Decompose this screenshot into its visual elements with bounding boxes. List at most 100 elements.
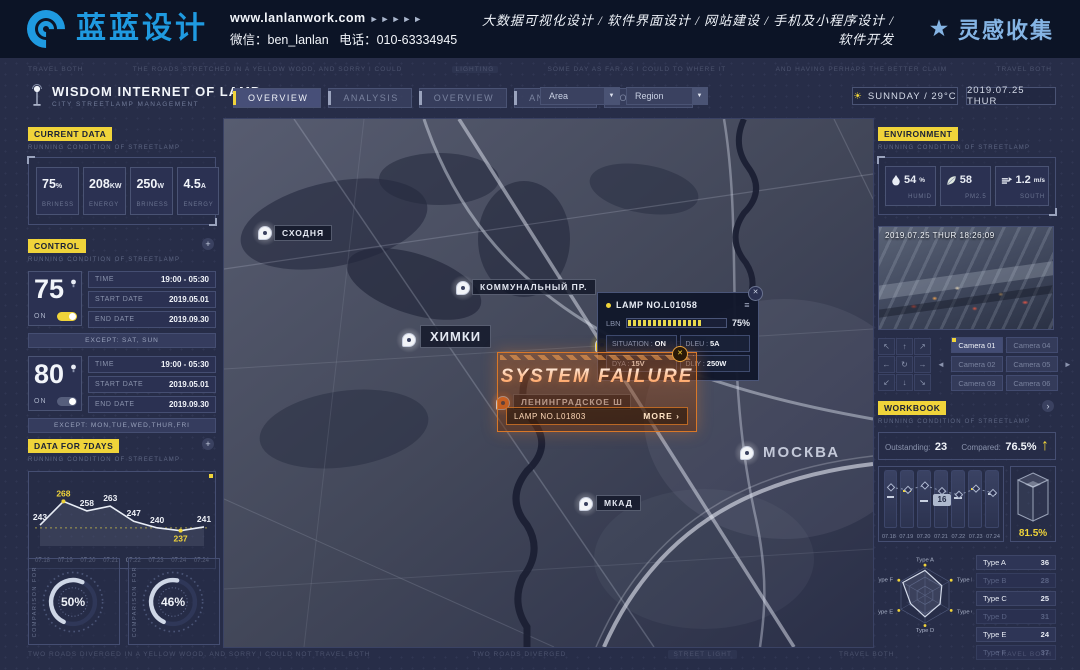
panel-subtitle: RUNNING CONDITION OF STREETLAMP (28, 257, 216, 263)
type-c-row[interactable]: Type C25 (976, 591, 1056, 606)
dpad-down-right[interactable]: ↘ (914, 374, 931, 391)
end-date-row[interactable]: END DATE2019.09.30 (88, 396, 216, 413)
area-select[interactable]: Area▼ (540, 87, 620, 105)
svg-text:258: 258 (80, 498, 94, 508)
dashboard: TRAVEL BOTH THE ROADS STRETCHED IN A YEL… (0, 58, 1080, 670)
plus-icon[interactable]: + (202, 238, 214, 250)
dpad-reset-icon[interactable]: ↻ (896, 356, 913, 373)
tab-overview-2[interactable]: OVERVIEW (419, 88, 507, 108)
camera-01-button[interactable]: Camera 01 (951, 337, 1003, 353)
type-radar-panel: Type AType BType CType DType EType F Typ… (878, 545, 1056, 660)
arrow-up-icon: ↑ (1041, 437, 1049, 454)
map-label-skhodnya[interactable]: СХОДНЯ (274, 225, 332, 241)
type-b-row[interactable]: Type B28 (976, 573, 1056, 588)
end-date-row[interactable]: END DATE2019.09.30 (88, 311, 216, 328)
chevron-right-icon[interactable]: › (1042, 400, 1054, 412)
power-toggle[interactable] (57, 397, 77, 406)
close-icon[interactable]: ✕ (672, 346, 688, 362)
brightness-bar[interactable] (626, 318, 727, 328)
camera-05-button[interactable]: Camera 05 (1006, 356, 1058, 372)
more-button[interactable]: MORE › (643, 411, 680, 421)
dpad-up-left[interactable]: ↖ (878, 338, 895, 355)
type-legend: Type A36 Type B28 Type C25 Type D31 Type… (976, 555, 1056, 660)
camera-feed[interactable]: 2019.07.25 THUR 18:26:09 (878, 226, 1054, 330)
chevron-down-icon[interactable]: ▼ (604, 88, 619, 104)
promo-banner: 蓝蓝设计 www.lanlanwork.com ►►►►► 微信：ben_lan… (0, 0, 1080, 58)
lamp-pin[interactable] (258, 226, 272, 240)
env-pm25: 58 PM2.5 (940, 166, 991, 206)
type-e-row[interactable]: Type E24 (976, 627, 1056, 642)
svg-text:240: 240 (150, 515, 164, 525)
date-box: 2019.07.25 THUR (966, 87, 1056, 105)
dpad-down[interactable]: ↓ (896, 374, 913, 391)
brightness-level-box[interactable]: 75 ON (28, 271, 82, 326)
week-line-chart: 243268258263247240237241 07.1807.1907.20… (28, 471, 216, 569)
start-date-row[interactable]: START DATE2019.05.01 (88, 376, 216, 393)
cube-percentage: 81.5% (1019, 528, 1047, 539)
type-a-row[interactable]: Type A36 (976, 555, 1056, 570)
except-days: EXCEPT: MON,TUE,WED,THUR,FRI (28, 418, 216, 433)
stat-energy-a: 4.5A ENERGY (177, 167, 218, 215)
dpad-right[interactable]: → (914, 356, 931, 373)
region-select[interactable]: Region▼ (626, 87, 708, 105)
power-toggle[interactable] (57, 312, 77, 321)
camera-04-button[interactable]: Camera 04 (1006, 337, 1058, 353)
camera-next-icon[interactable]: ► (1064, 360, 1072, 369)
brightness-level-box[interactable]: 80 ON (28, 356, 82, 411)
lamp-pin[interactable] (579, 497, 593, 511)
chevron-down-icon[interactable]: ▼ (692, 88, 707, 104)
svg-text:247: 247 (127, 508, 141, 518)
cube-icon (1015, 471, 1051, 525)
hazard-stripes (500, 355, 694, 360)
brand-name: 蓝蓝设计 (76, 14, 208, 44)
camera-06-button[interactable]: Camera 06 (1006, 375, 1058, 391)
camera-03-button[interactable]: Camera 03 (951, 375, 1003, 391)
chart-tooltip: 16 (933, 494, 951, 506)
type-d-row[interactable]: Type D31 (976, 609, 1056, 624)
workbook-x-axis: 07.1807.1907.2007.2107.2207.2307.24 (882, 534, 1000, 540)
stat-briness-w: 250W BRINESS (130, 167, 173, 215)
map-label-khimki[interactable]: ХИМКИ (420, 325, 491, 348)
lanlan-logo-icon (26, 9, 66, 49)
tab-analysis-1[interactable]: ANALYSIS (328, 88, 411, 108)
brand-logo: 蓝蓝设计 (26, 9, 208, 49)
plus-icon[interactable]: + (202, 438, 214, 450)
dpad-down-left[interactable]: ↙ (878, 374, 895, 391)
lamp-pin[interactable] (740, 446, 754, 460)
lamp-pin[interactable] (456, 281, 470, 295)
leaf-icon (946, 175, 957, 186)
workbook-x-label: 07.21 (934, 534, 948, 540)
close-icon[interactable]: ✕ (748, 286, 763, 301)
svg-text:241: 241 (197, 514, 211, 524)
website-url[interactable]: www.lanlanwork.com ►►►►► (230, 11, 457, 25)
radar-chart: Type AType BType CType DType EType F (878, 545, 972, 649)
svg-text:237: 237 (173, 534, 187, 544)
map-label-mkad[interactable]: МКАД (596, 495, 641, 511)
humidity-drop-icon (891, 174, 901, 186)
week-data-panel: DATA FOR 7DAYS + RUNNING CONDITION OF ST… (28, 436, 216, 569)
settings-sliders-icon[interactable]: ≡ (744, 300, 750, 310)
camera-02-button[interactable]: Camera 02 (951, 356, 1003, 372)
gauge-dial: 50% (39, 568, 107, 636)
panel-title-badge: CURRENT DATA (28, 127, 112, 141)
lamp-pin[interactable] (402, 333, 416, 347)
workbook-x-label: 07.18 (882, 534, 896, 540)
dpad-up-right[interactable]: ↗ (914, 338, 931, 355)
contact-line: 微信：ben_lanlan 电话：010-63334945 (230, 29, 457, 48)
dpad-left[interactable]: ← (878, 356, 895, 373)
start-date-row[interactable]: START DATE2019.05.01 (88, 291, 216, 308)
services-tagline: 大数据可视化设计 / 软件界面设计 / 网站建设 / 手机及小程序设计 / 软件… (479, 10, 908, 48)
camera-prev-icon[interactable]: ◄ (937, 360, 945, 369)
svg-text:Type F: Type F (878, 577, 894, 583)
panel-title-badge: WORKBOOK (878, 401, 946, 415)
control-panel: CONTROL + RUNNING CONDITION OF STREETLAM… (28, 236, 216, 433)
time-row[interactable]: TIME19:00 - 05:30 (88, 271, 216, 288)
time-row[interactable]: TIME19:00 - 05:30 (88, 356, 216, 373)
star-icon: ★ (930, 19, 950, 39)
popup-field-situation: SITUATION : ON (606, 335, 677, 352)
panel-title-badge: DATA FOR 7DAYS (28, 439, 119, 453)
tab-overview-1[interactable]: OVERVIEW (233, 88, 321, 108)
dpad-up[interactable]: ↑ (896, 338, 913, 355)
map-label-kommunalny[interactable]: КОММУНАЛЬНЫЙ ПР. (472, 279, 596, 295)
panel-subtitle: RUNNING CONDITION OF STREETLAMP (28, 145, 216, 151)
